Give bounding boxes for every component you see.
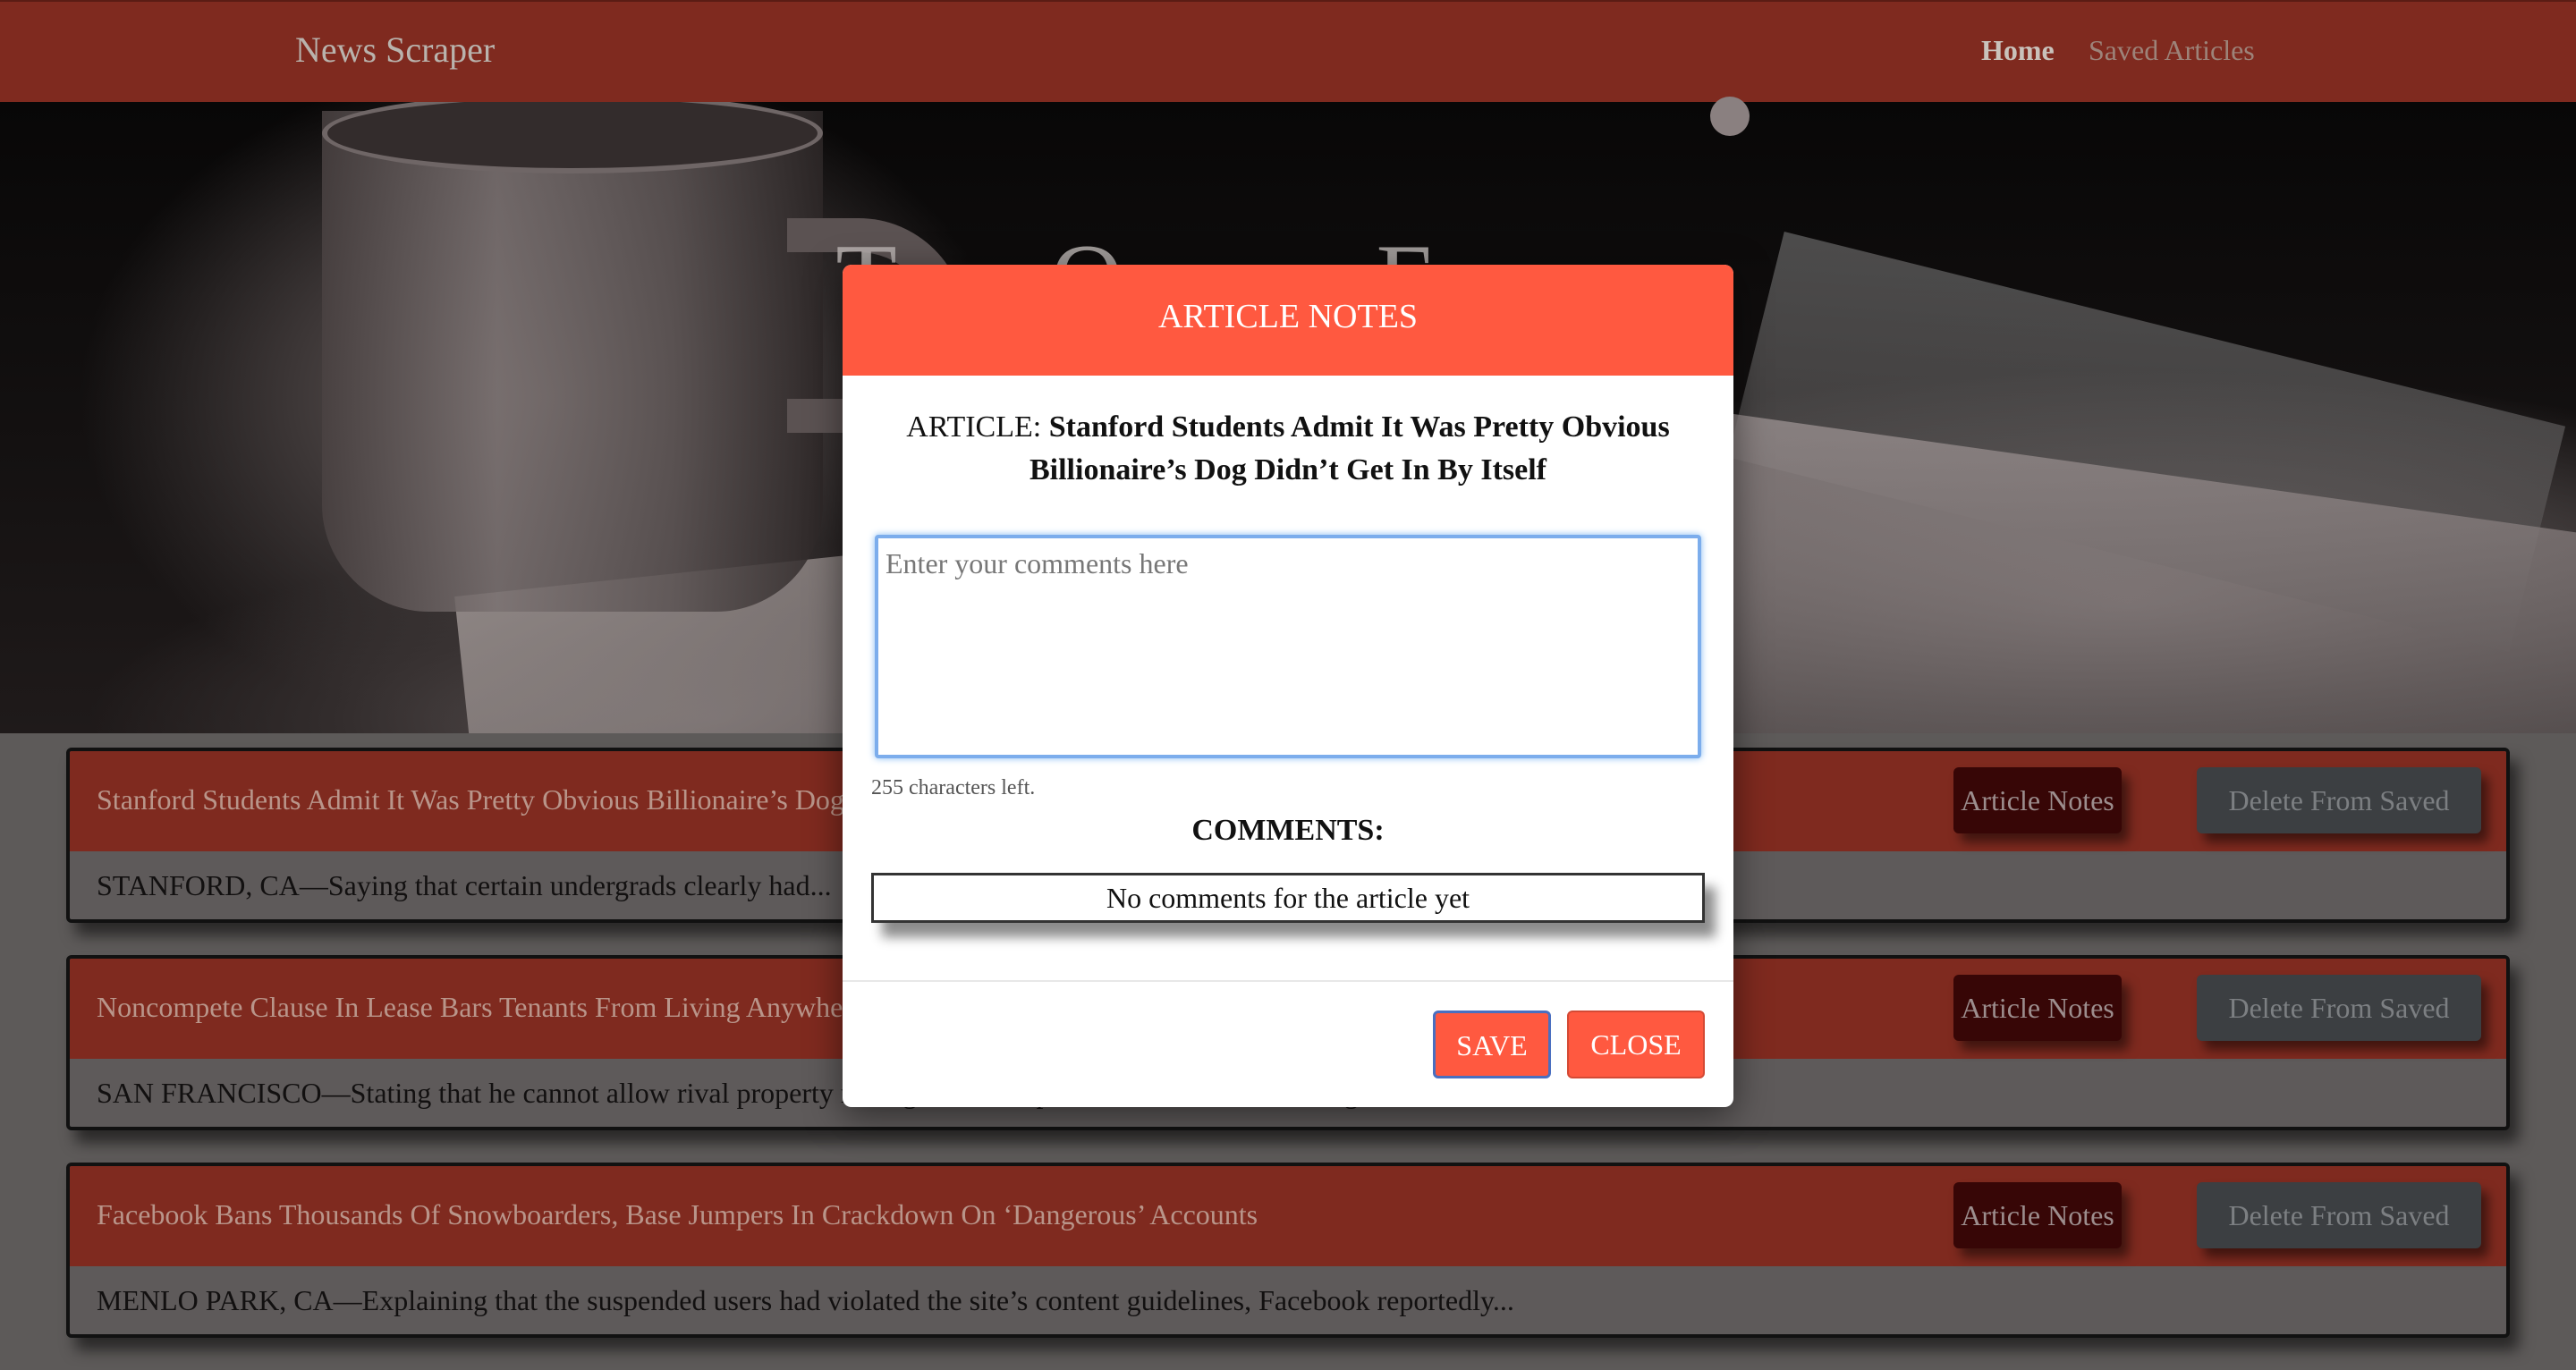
comments-list: No comments for the article yet (871, 873, 1705, 923)
delete-from-saved-button[interactable]: Delete From Saved (2197, 1182, 2481, 1248)
navbar: News Scraper Home Saved Articles (0, 0, 2576, 102)
article-notes-button[interactable]: Article Notes (1953, 767, 2122, 833)
delete-from-saved-button[interactable]: Delete From Saved (2197, 767, 2481, 833)
article-title-link[interactable]: Facebook Bans Thousands Of Snowboarders,… (97, 1198, 1258, 1231)
nav-home-link[interactable]: Home (1981, 34, 2055, 67)
save-button[interactable]: SAVE (1433, 1011, 1551, 1078)
modal-footer-divider (843, 980, 1733, 982)
article-notes-button[interactable]: Article Notes (1953, 975, 2122, 1041)
scroll-indicator (1710, 97, 1750, 136)
article-summary: STANFORD, CA—Saying that certain undergr… (97, 869, 832, 901)
comment-input[interactable] (875, 535, 1701, 758)
modal-article-title: Stanford Students Admit It Was Pretty Ob… (1029, 410, 1670, 486)
characters-left-counter: 255 characters left. (871, 776, 1036, 799)
article-notes-modal: ARTICLE NOTES ARTICLE: Stanford Students… (843, 265, 1733, 1107)
brand-link[interactable]: News Scraper (295, 29, 495, 71)
article-card: Facebook Bans Thousands Of Snowboarders,… (66, 1163, 2510, 1338)
article-summary: MENLO PARK, CA—Explaining that the suspe… (97, 1284, 1514, 1316)
coffee-mug-image (322, 111, 823, 612)
article-prefix-label: ARTICLE: (906, 410, 1042, 444)
nav-saved-articles-link[interactable]: Saved Articles (2089, 34, 2255, 67)
close-button[interactable]: CLOSE (1567, 1011, 1705, 1078)
modal-article-heading: ARTICLE: Stanford Students Admit It Was … (869, 406, 1707, 492)
modal-title: ARTICLE NOTES (1157, 298, 1419, 335)
comments-heading: COMMENTS: (1191, 814, 1385, 847)
article-title-link[interactable]: Noncompete Clause In Lease Bars Tenants … (97, 991, 921, 1024)
delete-from-saved-button[interactable]: Delete From Saved (2197, 975, 2481, 1041)
modal-header: ARTICLE NOTES (843, 265, 1733, 376)
article-card-header: Facebook Bans Thousands Of Snowboarders,… (70, 1166, 2506, 1266)
article-notes-button[interactable]: Article Notes (1953, 1182, 2122, 1248)
